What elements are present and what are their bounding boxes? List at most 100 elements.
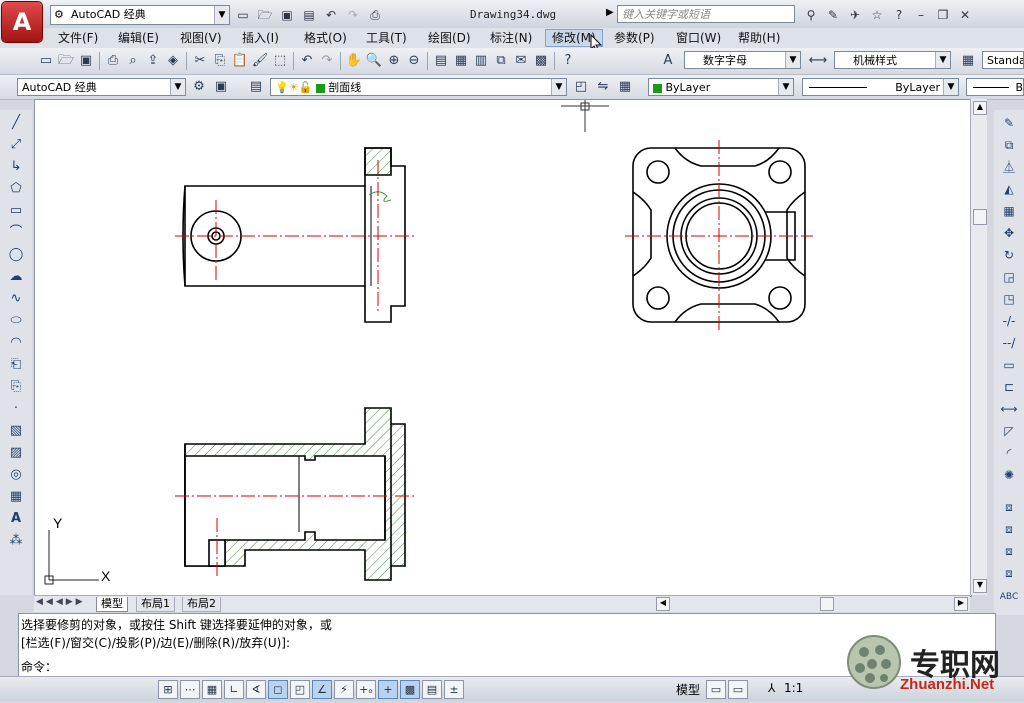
binoculars-icon[interactable]: ⚲: [801, 5, 821, 25]
extend-icon[interactable]: --/: [999, 334, 1019, 352]
publish-icon[interactable]: ⇪: [143, 51, 163, 71]
help-icon[interactable]: ?: [889, 5, 909, 25]
scroll-down-icon[interactable]: ▼: [973, 579, 987, 593]
calculator-icon[interactable]: ▩: [531, 51, 551, 71]
array-icon[interactable]: ▦: [999, 202, 1019, 220]
gradient-icon[interactable]: ▨: [6, 444, 26, 462]
menu-dimension[interactable]: 标注(N): [484, 30, 538, 46]
draworder-above-icon[interactable]: ⧈: [999, 542, 1019, 560]
tab-layout2[interactable]: 布局2: [182, 597, 221, 612]
menu-window[interactable]: 窗口(W): [670, 30, 727, 46]
zoom-previous-icon[interactable]: ⊖: [404, 51, 424, 71]
layer-previous-icon[interactable]: ⇋: [593, 77, 613, 97]
move-icon[interactable]: ✥: [999, 224, 1019, 242]
gear-icon[interactable]: ⚙: [189, 77, 209, 97]
scroll-right-icon[interactable]: ▶: [954, 597, 968, 611]
vertical-scrollbar[interactable]: ▲ ▼: [970, 99, 987, 595]
command-prompt[interactable]: 命令：: [21, 658, 57, 675]
undo-icon[interactable]: ↶: [297, 51, 317, 71]
zoom-window-icon[interactable]: ⊕: [384, 51, 404, 71]
insert-block-icon[interactable]: ⎗: [6, 356, 26, 374]
fillet-icon[interactable]: ◜: [999, 444, 1019, 462]
workspace-combo[interactable]: AutoCAD 经典 ▼: [17, 78, 186, 96]
design-center-icon[interactable]: ▦: [451, 51, 471, 71]
chamfer-icon[interactable]: ◸: [999, 422, 1019, 440]
arc-icon[interactable]: ⌒: [6, 224, 26, 242]
rectangle-icon[interactable]: ▭: [6, 202, 26, 220]
properties-icon[interactable]: ▤: [431, 51, 451, 71]
star-icon[interactable]: ☆: [867, 5, 887, 25]
line-icon[interactable]: ╱: [6, 114, 26, 132]
cut-icon[interactable]: ✂: [190, 51, 210, 71]
add-selected-icon[interactable]: ⁂: [6, 532, 26, 550]
draworder-back-icon[interactable]: ⧈: [999, 520, 1019, 538]
quick-view-drawings-icon[interactable]: ▭: [728, 680, 748, 699]
spline-icon[interactable]: ∿: [6, 290, 26, 308]
polar-tracking-icon[interactable]: ∢: [246, 680, 266, 699]
trim-icon[interactable]: -/-: [999, 312, 1019, 330]
lineweight-toggle-icon[interactable]: +: [378, 680, 398, 699]
multiline-text-icon[interactable]: A: [6, 510, 26, 528]
revision-cloud-icon[interactable]: ☁: [6, 268, 26, 286]
explode-icon[interactable]: ✺: [999, 466, 1019, 484]
menu-view[interactable]: 视图(V): [174, 30, 228, 46]
lineweight-select[interactable]: B: [966, 78, 1024, 96]
menu-help[interactable]: 帮助(H): [732, 30, 786, 46]
layer-manager-icon[interactable]: ▤: [246, 77, 266, 97]
quick-view-layouts-icon[interactable]: ▭: [706, 680, 726, 699]
erase-icon[interactable]: ✎: [999, 114, 1019, 132]
menu-tools[interactable]: 工具(T): [360, 30, 413, 46]
print-icon[interactable]: ⎙: [103, 51, 123, 71]
make-block-icon[interactable]: ⎘: [6, 378, 26, 396]
scale-icon[interactable]: ◲: [999, 268, 1019, 286]
draworder-front-icon[interactable]: ⧈: [999, 498, 1019, 516]
layer-states-icon[interactable]: ▦: [615, 77, 635, 97]
make-current-layer-icon[interactable]: ◰: [571, 77, 591, 97]
match-properties-icon[interactable]: 🖌: [250, 51, 270, 71]
save-as-icon[interactable]: ▤: [299, 5, 319, 25]
snap-mode-icon[interactable]: ⋯: [180, 680, 200, 699]
menu-edit[interactable]: 编辑(E): [112, 30, 165, 46]
quick-properties-icon[interactable]: ▤: [422, 680, 442, 699]
menu-format[interactable]: 格式(O): [298, 30, 353, 46]
polyline-icon[interactable]: ↳: [6, 158, 26, 176]
polygon-icon[interactable]: ⬠: [6, 180, 26, 198]
save-icon[interactable]: ▣: [76, 51, 96, 71]
tab-layout1[interactable]: 布局1: [136, 597, 175, 612]
search-input[interactable]: 键入关键字或短语: [617, 5, 795, 23]
undo-icon[interactable]: ↶: [321, 5, 341, 25]
tab-model[interactable]: 模型: [96, 597, 128, 612]
pan-icon[interactable]: ✋: [344, 51, 364, 71]
menu-draw[interactable]: 绘图(D): [422, 30, 477, 46]
application-menu-button[interactable]: A: [2, 2, 42, 42]
object-snap-tracking-icon[interactable]: ∠: [312, 680, 332, 699]
menu-file[interactable]: 文件(F): [52, 30, 104, 46]
3d-print-icon[interactable]: ◈: [163, 51, 183, 71]
model-space-label[interactable]: 模型: [676, 681, 700, 698]
break-at-point-icon[interactable]: ▭: [999, 356, 1019, 374]
ellipse-arc-icon[interactable]: ◠: [6, 334, 26, 352]
block-editor-icon[interactable]: ⬚: [270, 51, 290, 71]
region-icon[interactable]: ◎: [6, 466, 26, 484]
chevron-down-icon[interactable]: ▼: [214, 6, 229, 24]
markup-icon[interactable]: ✉: [511, 51, 531, 71]
object-snap-icon[interactable]: ◻: [268, 680, 288, 699]
point-icon[interactable]: ·: [6, 400, 26, 418]
new-icon[interactable]: ▭: [36, 51, 56, 71]
dynamic-input-icon[interactable]: +ₒ: [356, 680, 376, 699]
table-style-select[interactable]: Standa: [982, 51, 1024, 69]
menu-insert[interactable]: 插入(I): [236, 30, 285, 46]
grid-display-icon[interactable]: ▦: [202, 680, 222, 699]
menu-parameter[interactable]: 参数(P): [608, 30, 661, 46]
rotate-icon[interactable]: ↻: [999, 246, 1019, 264]
open-folder-icon[interactable]: 🗁: [255, 5, 275, 25]
annotation-scale-value[interactable]: 1:1: [784, 681, 803, 695]
help-icon[interactable]: ?: [558, 51, 578, 71]
sheet-set-icon[interactable]: ⧉: [491, 51, 511, 71]
transparency-icon[interactable]: ▩: [400, 680, 420, 699]
save-icon[interactable]: ▣: [277, 5, 297, 25]
open-icon[interactable]: 🗁: [56, 51, 76, 71]
stretch-icon[interactable]: ◳: [999, 290, 1019, 308]
dynamic-ucs-icon[interactable]: ⚡: [334, 680, 354, 699]
redo-icon[interactable]: ↷: [343, 5, 363, 25]
